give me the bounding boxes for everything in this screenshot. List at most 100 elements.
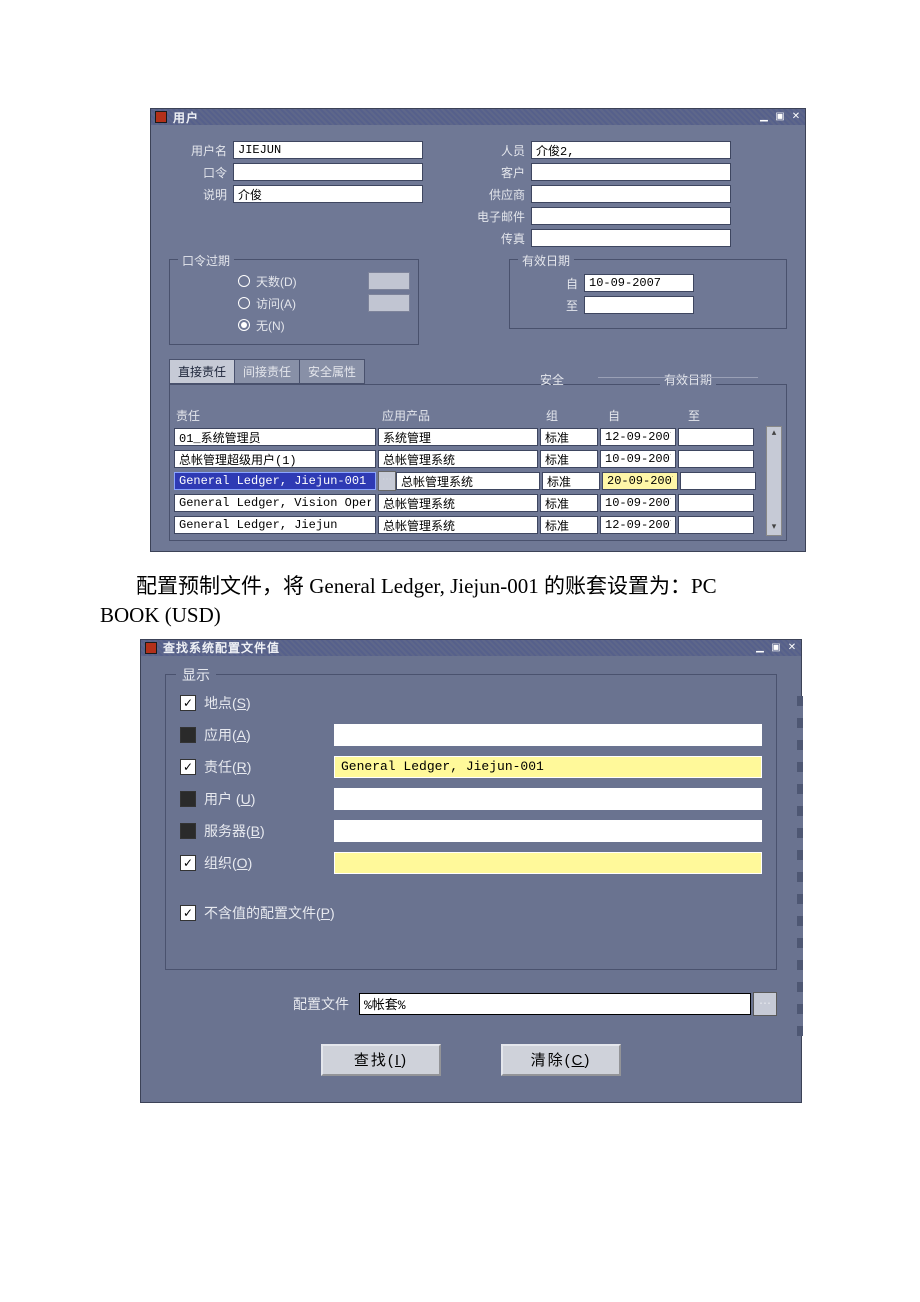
- profile-lov-button[interactable]: ⋯: [753, 992, 777, 1016]
- person-field[interactable]: [531, 141, 731, 159]
- radio-visit-label: 访问(A): [256, 295, 296, 312]
- cell-to[interactable]: [678, 450, 754, 468]
- cell-to[interactable]: [678, 428, 754, 446]
- cell-group[interactable]: [540, 494, 598, 512]
- check-input[interactable]: [334, 756, 762, 778]
- fax-field[interactable]: [531, 229, 731, 247]
- scroll-up-icon[interactable]: ▴: [767, 427, 781, 441]
- legend-pwd-expire: 口令过期: [178, 252, 234, 269]
- cell-from[interactable]: [602, 472, 678, 490]
- check-novalue-profile[interactable]: ✓: [180, 905, 196, 921]
- check-input[interactable]: [334, 724, 762, 746]
- cell-to[interactable]: [680, 472, 756, 490]
- label-username: 用户名: [169, 142, 233, 159]
- cell-to[interactable]: [678, 494, 754, 512]
- description-field[interactable]: [233, 185, 423, 203]
- customer-field[interactable]: [531, 163, 731, 181]
- valid-to-field[interactable]: [584, 296, 694, 314]
- cell-resp[interactable]: [174, 494, 376, 512]
- titlebar[interactable]: 用户 ▁ ▣ ✕: [151, 109, 805, 125]
- close-icon-2[interactable]: ✕: [785, 641, 799, 655]
- cell-to[interactable]: [678, 516, 754, 534]
- profile-input[interactable]: [359, 993, 751, 1015]
- email-field[interactable]: [531, 207, 731, 225]
- tab-security-attr[interactable]: 安全属性: [299, 359, 365, 384]
- visit-input[interactable]: [368, 294, 410, 312]
- table-row[interactable]: ⋯: [174, 470, 766, 492]
- check-input[interactable]: [334, 852, 762, 874]
- cell-app[interactable]: [378, 494, 538, 512]
- find-profile-window: 查找系统配置文件值 ▁ ▣ ✕ 显示 ✓地点(S)应用(A)✓责任(R)用户 (…: [140, 639, 802, 1103]
- app-icon-2: [145, 642, 157, 654]
- cell-group[interactable]: [540, 428, 598, 446]
- scroll-down-icon[interactable]: ▾: [767, 521, 781, 535]
- close-icon[interactable]: ✕: [789, 110, 803, 124]
- restore-icon[interactable]: ▣: [773, 110, 787, 124]
- cell-resp[interactable]: [174, 428, 376, 446]
- checkbox[interactable]: ✓: [180, 855, 196, 871]
- window2-title: 查找系统配置文件值: [163, 639, 280, 656]
- grid-valid-date-head: 有效日期: [660, 371, 716, 388]
- cell-app[interactable]: [378, 516, 538, 534]
- display-group: 显示 ✓地点(S)应用(A)✓责任(R)用户 (U)服务器(B)✓组织(O) ✓…: [165, 674, 777, 970]
- check-label: 组织(O): [204, 853, 334, 873]
- label-email: 电子邮件: [469, 208, 531, 225]
- clear-button-label: 清除(C): [531, 1052, 592, 1069]
- cell-from[interactable]: [600, 450, 676, 468]
- radio-none[interactable]: [238, 319, 250, 331]
- col-resp: 责任: [174, 407, 380, 424]
- tab-direct-resp[interactable]: 直接责任: [169, 359, 235, 384]
- cell-from[interactable]: [600, 428, 676, 446]
- cell-resp[interactable]: [174, 516, 376, 534]
- label-supplier: 供应商: [469, 186, 531, 203]
- checkbox[interactable]: ✓: [180, 759, 196, 775]
- days-input[interactable]: [368, 272, 410, 290]
- valid-from-field[interactable]: [584, 274, 694, 292]
- restore-icon-2[interactable]: ▣: [769, 641, 783, 655]
- grid-scrollbar[interactable]: ▴ ▾: [766, 426, 782, 536]
- table-row[interactable]: [174, 426, 766, 448]
- supplier-field[interactable]: [531, 185, 731, 203]
- label-person: 人员: [469, 142, 531, 159]
- radio-days[interactable]: [238, 275, 250, 287]
- cell-from[interactable]: [600, 494, 676, 512]
- cell-app[interactable]: [378, 450, 538, 468]
- table-row[interactable]: [174, 492, 766, 514]
- find-button[interactable]: 查找(I): [321, 1044, 441, 1076]
- cell-app[interactable]: [396, 472, 540, 490]
- cell-app[interactable]: [378, 428, 538, 446]
- check-row: 服务器(B): [180, 815, 762, 847]
- cell-group[interactable]: [540, 450, 598, 468]
- cell-group[interactable]: [542, 472, 600, 490]
- tab-indirect-resp[interactable]: 间接责任: [234, 359, 300, 384]
- app-icon: [155, 111, 167, 123]
- cell-resp[interactable]: [174, 450, 376, 468]
- checkbox[interactable]: [180, 823, 196, 839]
- cell-group[interactable]: [540, 516, 598, 534]
- checkbox[interactable]: ✓: [180, 695, 196, 711]
- check-input[interactable]: [334, 820, 762, 842]
- checkbox[interactable]: [180, 727, 196, 743]
- check-input[interactable]: [334, 788, 762, 810]
- cell-from[interactable]: [600, 516, 676, 534]
- minimize-icon-2[interactable]: ▁: [753, 641, 767, 655]
- checkbox[interactable]: [180, 791, 196, 807]
- password-field[interactable]: [233, 163, 423, 181]
- username-field[interactable]: [233, 141, 423, 159]
- resp-lov-button[interactable]: ⋯: [378, 471, 396, 491]
- side-notches: [797, 696, 803, 1036]
- table-row[interactable]: [174, 448, 766, 470]
- check-row: 应用(A): [180, 719, 762, 751]
- window-title: 用户: [173, 109, 199, 126]
- table-row[interactable]: [174, 514, 766, 536]
- titlebar-2[interactable]: 查找系统配置文件值 ▁ ▣ ✕: [141, 640, 801, 656]
- label-novalue-profile: 不含值的配置文件(P): [204, 903, 335, 923]
- minimize-icon[interactable]: ▁: [757, 110, 771, 124]
- label-profile: 配置文件: [165, 994, 359, 1014]
- radio-days-label: 天数(D): [256, 273, 297, 290]
- label-description: 说明: [169, 186, 233, 203]
- radio-visit[interactable]: [238, 297, 250, 309]
- check-row: 用户 (U): [180, 783, 762, 815]
- cell-resp[interactable]: [174, 472, 376, 490]
- clear-button[interactable]: 清除(C): [501, 1044, 621, 1076]
